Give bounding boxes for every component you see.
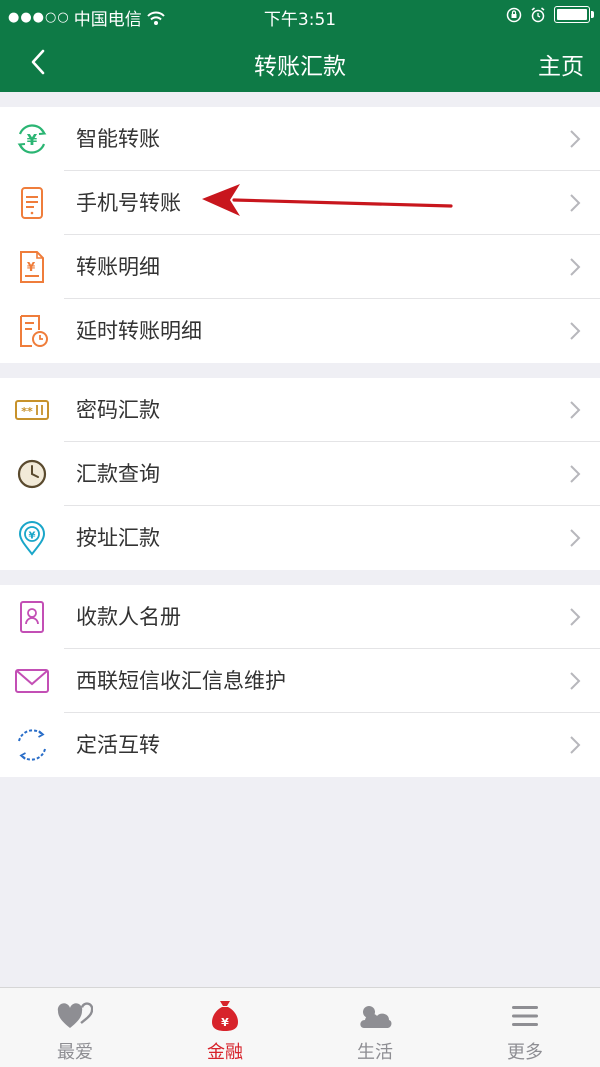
chevron-right-icon: [570, 465, 581, 483]
remittance-group: ** 密码汇款 汇款查询 ¥ 按址汇款: [0, 378, 600, 570]
home-button[interactable]: 主页: [538, 47, 584, 81]
clock-icon: [14, 456, 50, 492]
smart-transfer-icon: ¥: [14, 121, 50, 157]
menu-item-payee-book[interactable]: 收款人名册: [0, 585, 600, 649]
menu-item-phone-transfer[interactable]: 手机号转账: [0, 171, 600, 235]
heart-icon: [57, 1000, 93, 1032]
menu-item-password-remittance[interactable]: ** 密码汇款: [0, 378, 600, 442]
menu-item-address-remittance[interactable]: ¥ 按址汇款: [0, 506, 600, 570]
phone-transfer-icon: [14, 185, 50, 221]
svg-text:¥: ¥: [221, 1016, 229, 1029]
menu-item-label: 西联短信收汇信息维护: [76, 669, 286, 693]
svg-text:**: **: [21, 405, 33, 418]
envelope-icon: [14, 663, 50, 699]
menu-item-label: 按址汇款: [76, 526, 160, 550]
transfer-group: ¥ 智能转账 手机号转账 ¥ 转账明细 延时转账明细: [0, 107, 600, 363]
menu-item-smart-transfer[interactable]: ¥ 智能转账: [0, 107, 600, 171]
menu-item-transfer-details[interactable]: ¥ 转账明细: [0, 235, 600, 299]
menu-item-label: 智能转账: [76, 127, 160, 151]
menu-item-fixed-demand-swap[interactable]: 定活互转: [0, 713, 600, 777]
svg-text:¥: ¥: [29, 531, 36, 542]
menu-item-remittance-query[interactable]: 汇款查询: [0, 442, 600, 506]
chevron-right-icon: [570, 736, 581, 754]
svg-text:¥: ¥: [27, 260, 36, 274]
tab-life[interactable]: 生活: [300, 988, 450, 1067]
tab-more[interactable]: 更多: [450, 988, 600, 1067]
nav-bar: 转账汇款 主页: [0, 32, 600, 92]
menu-item-label: 密码汇款: [76, 398, 160, 422]
tab-finance[interactable]: ¥ 金融: [150, 988, 300, 1067]
tab-favorites[interactable]: 最爱: [0, 988, 150, 1067]
battery-icon: [554, 6, 594, 23]
menu-item-label: 转账明细: [76, 255, 160, 279]
chevron-right-icon: [570, 529, 581, 547]
chevron-right-icon: [570, 672, 581, 690]
fixed-demand-swap-icon: [14, 727, 50, 763]
alarm-icon: [531, 6, 545, 22]
menu-item-delayed-transfer-details[interactable]: 延时转账明细: [0, 299, 600, 363]
tab-label: 最爱: [57, 1042, 93, 1063]
transfer-details-icon: ¥: [14, 249, 50, 285]
menu-item-label: 汇款查询: [76, 462, 160, 486]
cloud-icon: [357, 1000, 393, 1032]
svg-text:¥: ¥: [27, 131, 38, 149]
location-pin-icon: ¥: [14, 520, 50, 556]
rotation-lock-icon: [506, 7, 522, 22]
money-bag-icon: ¥: [207, 1000, 243, 1032]
menu-item-label: 收款人名册: [76, 605, 181, 629]
tab-label: 生活: [357, 1042, 393, 1063]
menu-icon: [507, 1000, 543, 1032]
menu-item-label: 手机号转账: [76, 191, 181, 215]
menu-item-western-union-sms[interactable]: 西联短信收汇信息维护: [0, 649, 600, 713]
status-bar: ●●●○○ 中国电信 下午3:51: [0, 0, 600, 32]
payee-book-icon: [14, 599, 50, 635]
chevron-right-icon: [570, 194, 581, 212]
chevron-right-icon: [570, 322, 581, 340]
tab-label: 金融: [207, 1042, 243, 1063]
menu-item-label: 延时转账明细: [76, 319, 202, 343]
maintenance-group: 收款人名册 西联短信收汇信息维护 定活互转: [0, 585, 600, 777]
tab-bar: 最爱 ¥ 金融 生活 更多: [0, 987, 600, 1067]
menu-item-label: 定活互转: [76, 733, 160, 757]
tab-label: 更多: [507, 1042, 543, 1063]
status-right: [506, 6, 594, 23]
chevron-right-icon: [570, 401, 581, 419]
chevron-right-icon: [570, 608, 581, 626]
delayed-transfer-icon: [14, 313, 50, 349]
password-remittance-icon: **: [14, 392, 50, 428]
chevron-right-icon: [570, 258, 581, 276]
chevron-right-icon: [570, 130, 581, 148]
page-title: 转账汇款: [254, 54, 346, 80]
